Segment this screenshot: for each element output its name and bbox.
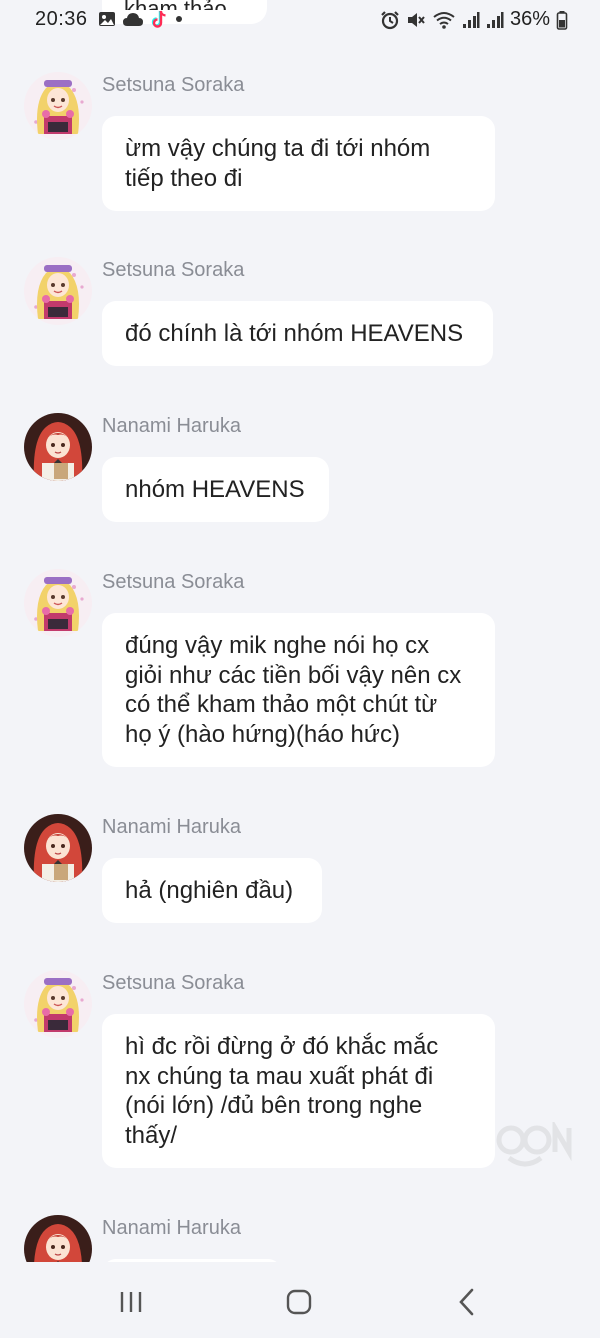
mute-icon bbox=[407, 12, 425, 27]
signal-icon bbox=[486, 11, 504, 28]
avatar-setsuna[interactable] bbox=[24, 569, 92, 637]
system-nav-bar bbox=[0, 1262, 600, 1338]
message-bubble[interactable]: ừm vậy chúng ta đi tới nhóm tiếp theo đi bbox=[102, 116, 495, 211]
battery-icon bbox=[556, 10, 568, 30]
wifi-icon bbox=[433, 11, 455, 29]
tiktok-icon bbox=[151, 10, 166, 28]
message-text: hả (nghiên đầu) bbox=[125, 877, 294, 904]
back-icon[interactable] bbox=[447, 1284, 487, 1320]
avatar-setsuna[interactable] bbox=[24, 970, 92, 1038]
sender-name: Setsuna Soraka bbox=[102, 972, 245, 994]
avatar-nanami[interactable] bbox=[24, 814, 92, 882]
message-text: đúng vậy mik nghe nói họ cx giỏi như các… bbox=[125, 632, 462, 748]
signal-icon bbox=[462, 11, 480, 28]
avatar-setsuna[interactable] bbox=[24, 72, 92, 140]
sender-name: Nanami Haruka bbox=[102, 816, 241, 838]
sender-name: Setsuna Soraka bbox=[102, 571, 245, 593]
alarm-icon bbox=[381, 10, 399, 29]
recent-apps-icon[interactable] bbox=[111, 1284, 151, 1320]
sender-name: Setsuna Soraka bbox=[102, 74, 245, 96]
avatar-nanami[interactable] bbox=[24, 413, 92, 481]
home-icon[interactable] bbox=[279, 1284, 319, 1320]
message-bubble[interactable]: đúng vậy mik nghe nói họ cx giỏi như các… bbox=[102, 613, 495, 767]
message-bubble[interactable]: đó chính là tới nhóm HEAVENS bbox=[102, 301, 493, 366]
watermark-logo bbox=[496, 1122, 572, 1167]
sender-name: Nanami Haruka bbox=[102, 415, 241, 437]
status-bar: kham thảo 20:36 36% bbox=[0, 0, 600, 40]
battery-percent: 36% bbox=[509, 8, 550, 30]
sender-name: Setsuna Soraka bbox=[102, 259, 245, 281]
message-bubble[interactable]: hả (nghiên đầu) bbox=[102, 858, 322, 923]
sender-name: Nanami Haruka bbox=[102, 1217, 241, 1239]
message-text: ừm vậy chúng ta đi tới nhóm tiếp theo đi bbox=[125, 135, 431, 192]
message-text: hì đc rồi đừng ở đó khắc mắc nx chúng ta… bbox=[125, 1033, 439, 1149]
image-icon bbox=[99, 12, 115, 26]
message-bubble[interactable]: hì đc rồi đừng ở đó khắc mắc nx chúng ta… bbox=[102, 1014, 495, 1168]
avatar-setsuna[interactable] bbox=[24, 257, 92, 325]
status-time: 20:36 bbox=[35, 8, 88, 30]
message-text: đó chính là tới nhóm HEAVENS bbox=[125, 320, 464, 347]
message-text: nhóm HEAVENS bbox=[125, 476, 305, 503]
cloud-icon bbox=[123, 13, 143, 26]
message-bubble[interactable]: nhóm HEAVENS bbox=[102, 457, 329, 522]
dot-icon bbox=[176, 16, 182, 22]
